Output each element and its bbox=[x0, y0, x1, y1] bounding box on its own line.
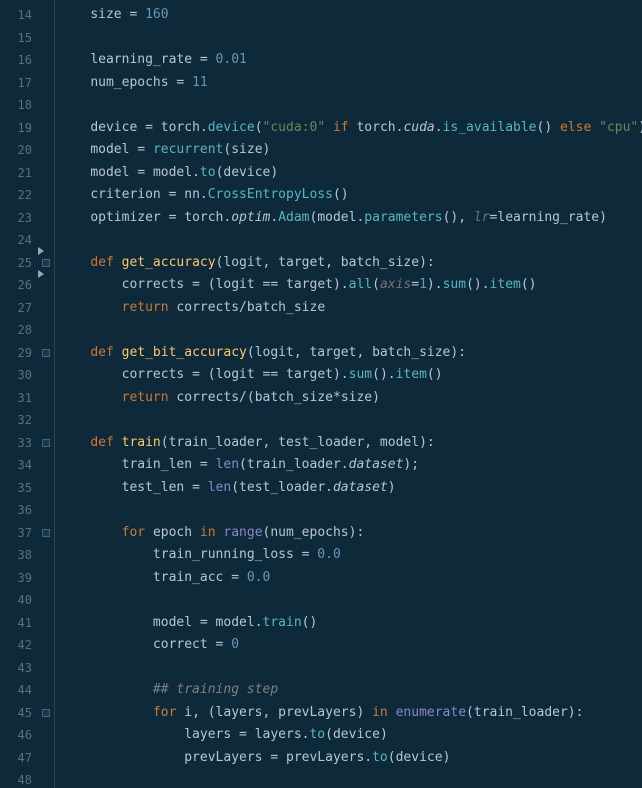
code-line[interactable] bbox=[59, 94, 642, 117]
code-line[interactable] bbox=[59, 409, 642, 432]
code-line[interactable] bbox=[59, 589, 642, 612]
code-line[interactable]: def get_bit_accuracy(logit, target, batc… bbox=[59, 342, 642, 365]
fold-toggle-icon[interactable] bbox=[42, 529, 50, 537]
code-line[interactable] bbox=[59, 657, 642, 680]
line-number: 40 bbox=[0, 589, 32, 612]
line-number: 41 bbox=[0, 612, 32, 635]
code-line[interactable]: corrects = (logit == target).sum().item(… bbox=[59, 364, 642, 387]
code-line[interactable]: for epoch in range(num_epochs): bbox=[59, 522, 642, 545]
code-line[interactable]: ## training step bbox=[59, 679, 642, 702]
line-number: 23 bbox=[0, 207, 32, 230]
code-line[interactable] bbox=[59, 229, 642, 252]
line-number: 43 bbox=[0, 657, 32, 680]
line-number: 37 bbox=[0, 522, 32, 545]
line-number: 28 bbox=[0, 319, 32, 342]
code-line[interactable]: train_acc = 0.0 bbox=[59, 567, 642, 590]
line-number: 38 bbox=[0, 544, 32, 567]
code-line[interactable]: train_len = len(train_loader.dataset); bbox=[59, 454, 642, 477]
line-number: 35 bbox=[0, 477, 32, 500]
line-number: 45 bbox=[0, 702, 32, 725]
code-line[interactable]: model = recurrent(size) bbox=[59, 139, 642, 162]
fold-column[interactable] bbox=[38, 0, 54, 788]
line-number: 32 bbox=[0, 409, 32, 432]
code-line[interactable] bbox=[59, 499, 642, 522]
code-line[interactable]: corrects = (logit == target).all(axis=1)… bbox=[59, 274, 642, 297]
line-number: 44 bbox=[0, 679, 32, 702]
code-line[interactable] bbox=[59, 319, 642, 342]
line-number: 42 bbox=[0, 634, 32, 657]
code-line[interactable]: device = torch.device("cuda:0" if torch.… bbox=[59, 117, 642, 140]
line-number: 39 bbox=[0, 567, 32, 590]
code-line[interactable]: model = model.train() bbox=[59, 612, 642, 635]
line-number: 20 bbox=[0, 139, 32, 162]
code-line[interactable]: return corrects/batch_size bbox=[59, 297, 642, 320]
line-number: 46 bbox=[0, 724, 32, 747]
code-line[interactable]: train_running_loss = 0.0 bbox=[59, 544, 642, 567]
line-number: 22 bbox=[0, 184, 32, 207]
code-area[interactable]: size = 160 learning_rate = 0.01 num_epoc… bbox=[55, 0, 642, 788]
line-number: 26 bbox=[0, 274, 32, 297]
code-line[interactable]: def train(train_loader, test_loader, mod… bbox=[59, 432, 642, 455]
line-number: 18 bbox=[0, 94, 32, 117]
line-number: 33 bbox=[0, 432, 32, 455]
line-number: 14 bbox=[0, 4, 32, 27]
line-number: 34 bbox=[0, 454, 32, 477]
code-line[interactable] bbox=[59, 769, 642, 788]
line-number: 31 bbox=[0, 387, 32, 410]
code-line[interactable]: size = 160 bbox=[59, 4, 642, 27]
line-number: 21 bbox=[0, 162, 32, 185]
line-number: 48 bbox=[0, 769, 32, 788]
code-line[interactable] bbox=[59, 27, 642, 50]
line-number: 15 bbox=[0, 27, 32, 50]
line-number: 36 bbox=[0, 499, 32, 522]
code-line[interactable]: criterion = nn.CrossEntropyLoss() bbox=[59, 184, 642, 207]
fold-toggle-icon[interactable] bbox=[42, 439, 50, 447]
line-number: 47 bbox=[0, 747, 32, 770]
code-line[interactable]: return corrects/(batch_size*size) bbox=[59, 387, 642, 410]
code-line[interactable]: learning_rate = 0.01 bbox=[59, 49, 642, 72]
fold-toggle-icon[interactable] bbox=[42, 709, 50, 717]
code-line[interactable]: model = model.to(device) bbox=[59, 162, 642, 185]
line-number: 29 bbox=[0, 342, 32, 365]
line-number: 30 bbox=[0, 364, 32, 387]
code-line[interactable]: prevLayers = prevLayers.to(device) bbox=[59, 747, 642, 770]
code-line[interactable]: correct = 0 bbox=[59, 634, 642, 657]
code-line[interactable]: def get_accuracy(logit, target, batch_si… bbox=[59, 252, 642, 275]
code-line[interactable]: optimizer = torch.optim.Adam(model.param… bbox=[59, 207, 642, 230]
line-number: 19 bbox=[0, 117, 32, 140]
line-number: 25 bbox=[0, 252, 32, 275]
code-line[interactable]: for i, (layers, prevLayers) in enumerate… bbox=[59, 702, 642, 725]
line-number: 17 bbox=[0, 72, 32, 95]
code-line[interactable]: num_epochs = 11 bbox=[59, 72, 642, 95]
line-number-gutter: 1415161718192021222324252627282930313233… bbox=[0, 0, 38, 788]
code-line[interactable]: layers = layers.to(device) bbox=[59, 724, 642, 747]
line-number: 27 bbox=[0, 297, 32, 320]
line-number: 24 bbox=[0, 229, 32, 252]
fold-toggle-icon[interactable] bbox=[42, 259, 50, 267]
line-number: 16 bbox=[0, 49, 32, 72]
code-editor[interactable]: 1415161718192021222324252627282930313233… bbox=[0, 0, 642, 788]
fold-toggle-icon[interactable] bbox=[42, 349, 50, 357]
code-line[interactable]: test_len = len(test_loader.dataset) bbox=[59, 477, 642, 500]
